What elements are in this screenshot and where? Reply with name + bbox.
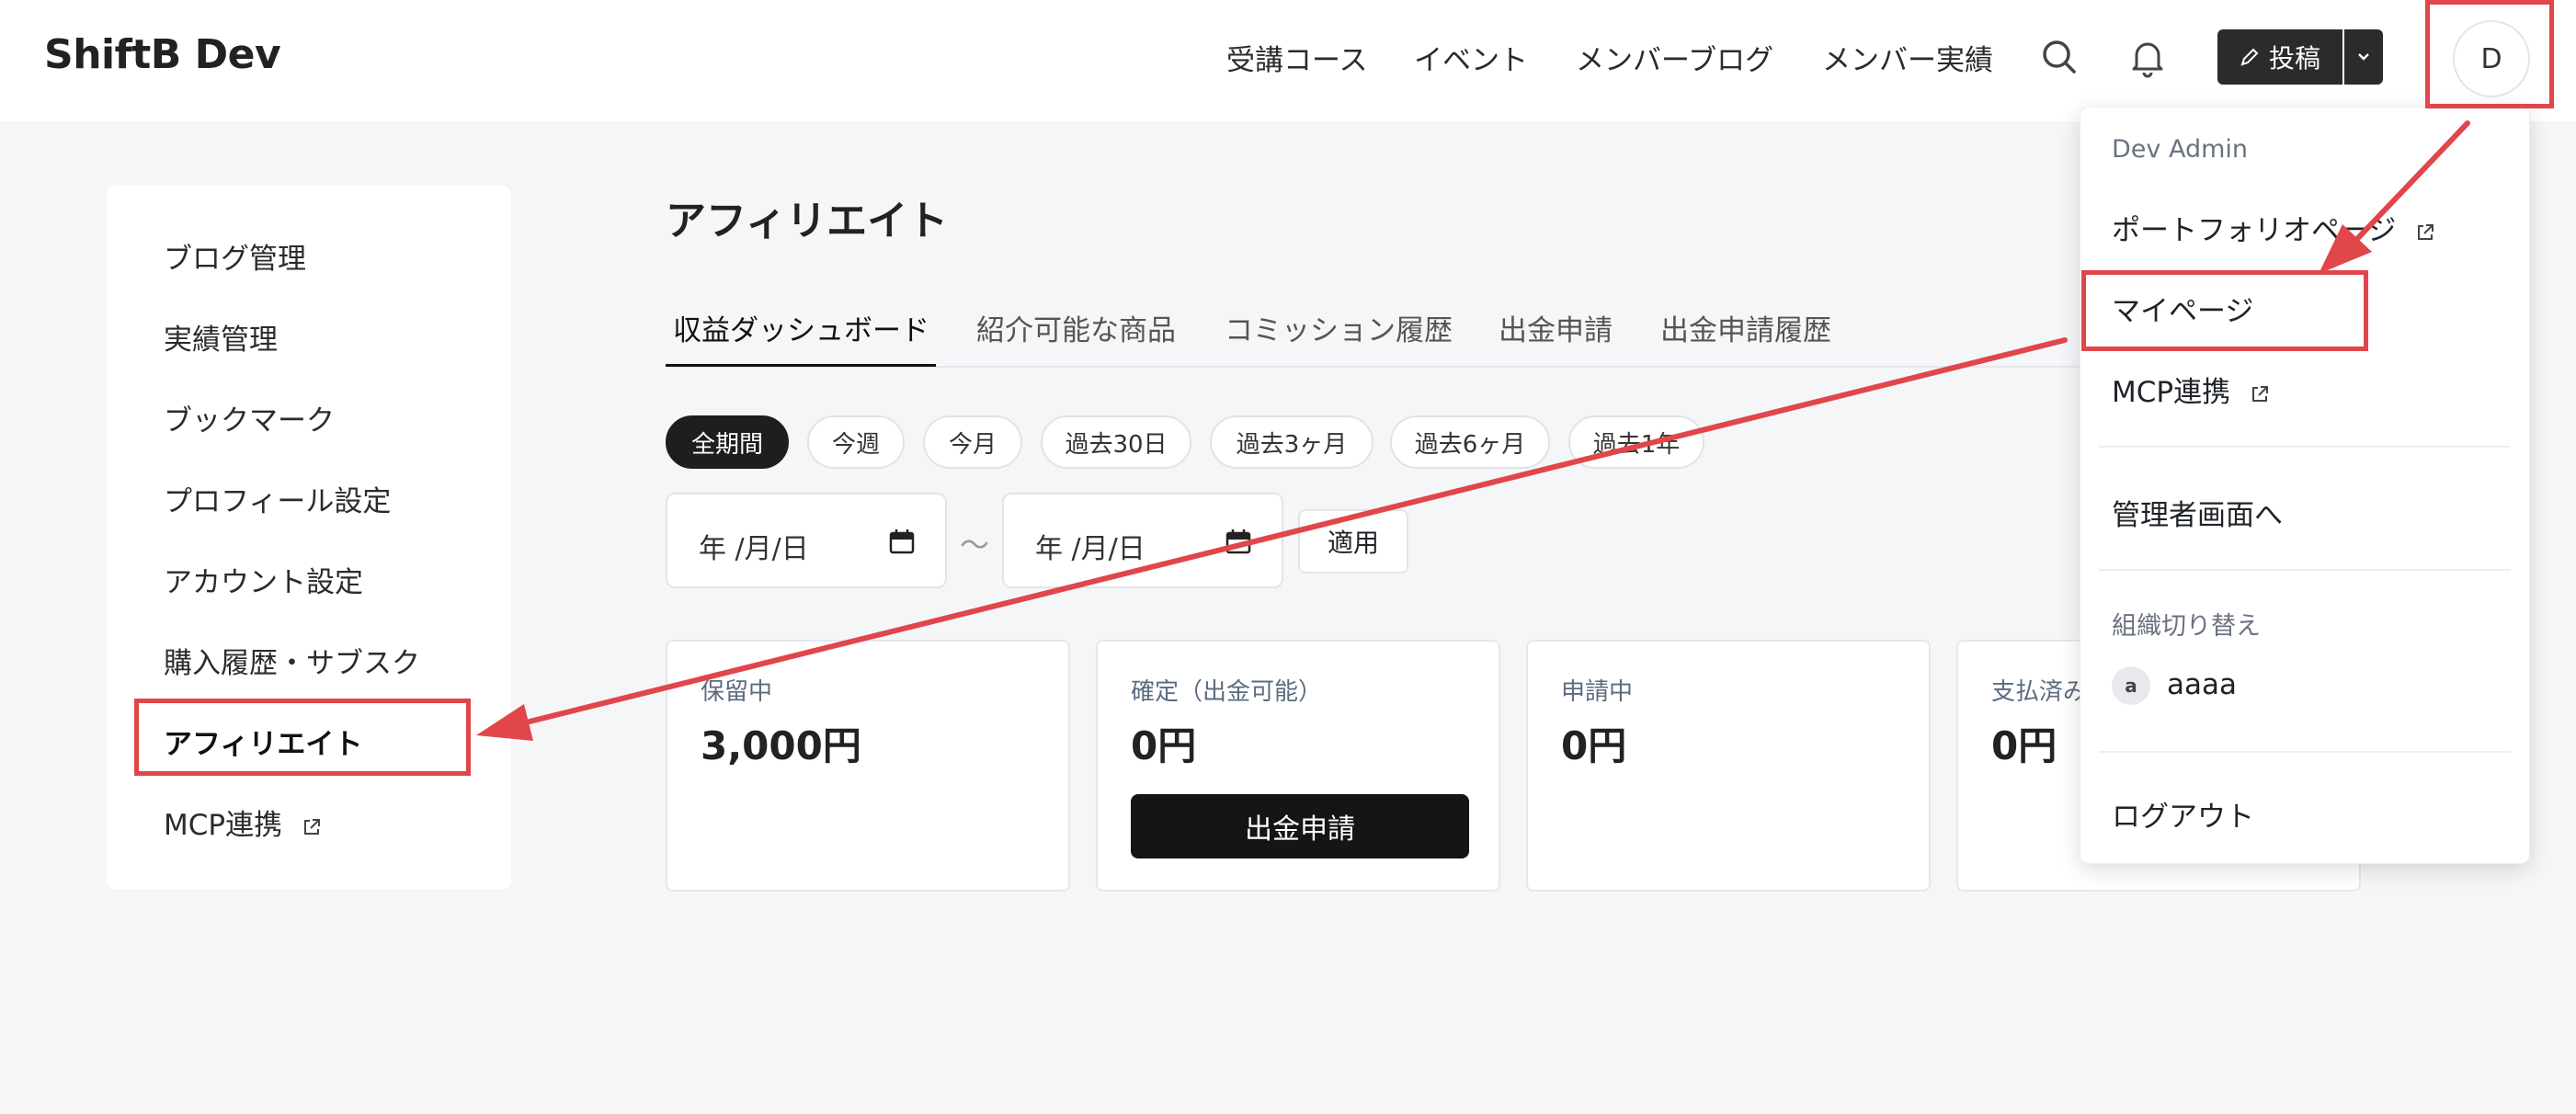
annotation-arrows [476, 120, 2470, 741]
annotation-arrow-to-mypage [2319, 120, 2470, 274]
annotation-arrow-to-affiliate [476, 337, 2068, 741]
